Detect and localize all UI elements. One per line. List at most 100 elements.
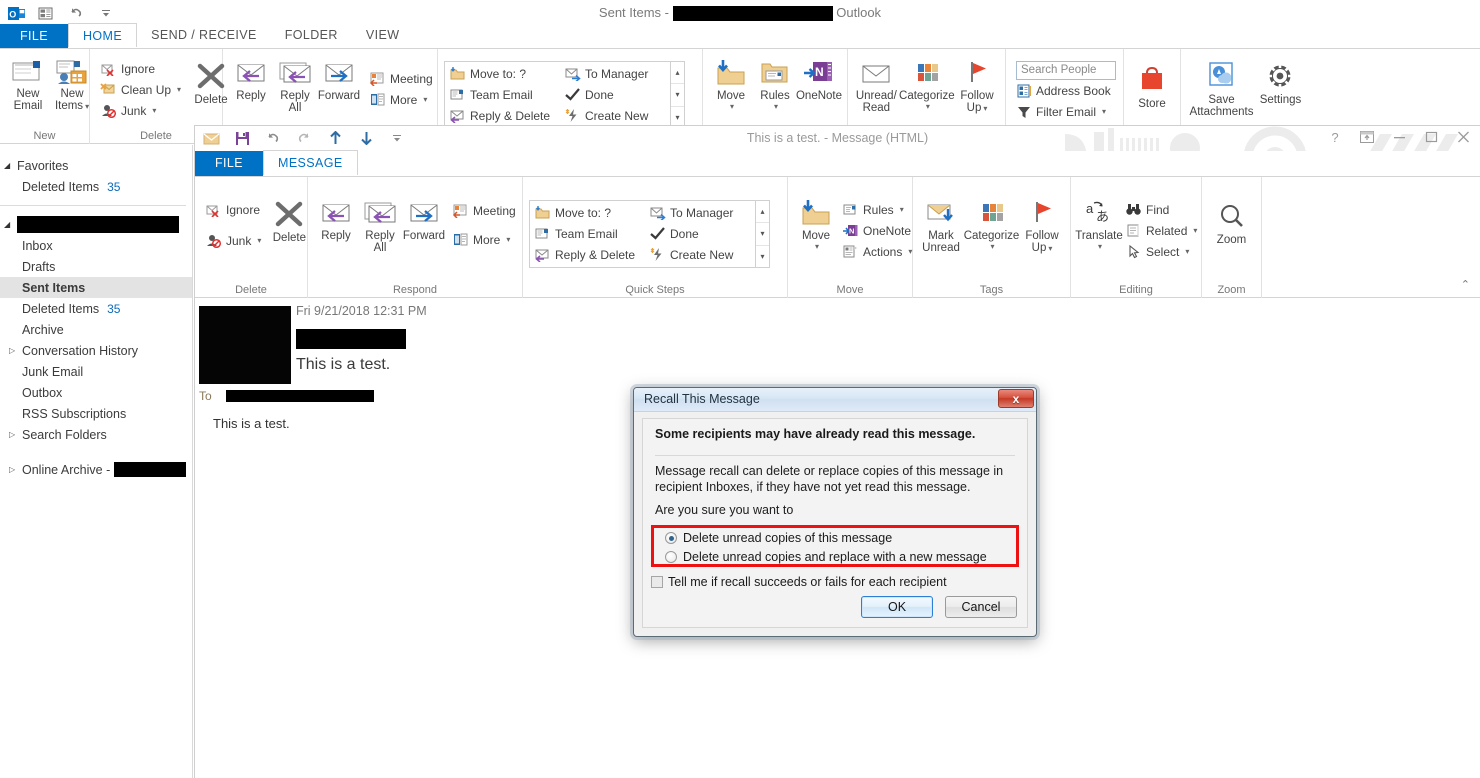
unread-read-button[interactable]: Unread/Read (854, 57, 899, 116)
msg-rules-button[interactable]: Rules ▾ (838, 199, 916, 220)
address-book-button[interactable]: Address Book (1012, 80, 1120, 101)
msg-tab-file[interactable]: FILE (195, 151, 263, 176)
msg-reply-all-button[interactable]: Reply All (358, 197, 402, 256)
quick-step-done[interactable]: Done (560, 84, 670, 105)
msg-move-button[interactable]: Move ▾ (794, 197, 838, 253)
meeting-button[interactable]: Meeting (365, 68, 437, 89)
checkbox-icon[interactable] (651, 576, 663, 588)
reply-button[interactable]: Reply (229, 57, 273, 104)
msg-quick-steps-scrollbar[interactable]: ▴ ▾ ▾ (755, 201, 769, 267)
quick-step-move-to[interactable]: Move to: ? (445, 63, 560, 84)
rules-button[interactable]: Rules ▾ (753, 57, 797, 113)
filter-email-button[interactable]: Filter Email ▾ (1012, 101, 1120, 122)
reply-all-button[interactable]: Reply All (273, 57, 317, 116)
search-people-input[interactable]: Search People (1016, 61, 1116, 80)
follow-up-button[interactable]: Follow Up ▾ (955, 57, 999, 117)
radio-option-delete-unread[interactable]: Delete unread copies of this message (654, 529, 1016, 547)
close-icon[interactable] (1454, 128, 1472, 146)
msg-quick-step-create-new[interactable]: Create New (645, 244, 755, 265)
msg-junk-button[interactable]: Junk ▾ (201, 230, 265, 251)
msg-more-button[interactable]: More ▾ (448, 229, 520, 250)
tell-me-checkbox-row[interactable]: Tell me if recall succeeds or fails for … (651, 575, 947, 589)
sidebar-item-sent-items[interactable]: Sent Items (0, 277, 192, 298)
nav-account-header[interactable]: ◢ (0, 214, 192, 235)
scroll-down-icon[interactable]: ▾ (756, 223, 769, 246)
maximize-icon[interactable] (1422, 128, 1440, 146)
move-button[interactable]: Move ▾ (709, 57, 753, 113)
msg-categorize-button[interactable]: Categorize ▾ (963, 197, 1020, 253)
radio-button-icon[interactable] (665, 532, 677, 544)
store-button[interactable]: Store (1130, 63, 1174, 112)
onenote-icon: N (802, 59, 836, 87)
msg-forward-button[interactable]: Forward (402, 197, 446, 244)
quick-step-reply-delete[interactable]: Reply & Delete (445, 105, 560, 126)
tab-send-receive[interactable]: SEND / RECEIVE (137, 24, 271, 48)
msg-move-label: Move (801, 230, 831, 242)
select-button[interactable]: Select ▾ (1121, 241, 1201, 262)
scroll-down-icon[interactable]: ▾ (671, 84, 684, 107)
new-email-button[interactable]: New Email (6, 57, 50, 114)
ok-button[interactable]: OK (861, 596, 933, 618)
zoom-button[interactable]: Zoom (1210, 201, 1254, 248)
new-items-button[interactable]: New Items ▾ (50, 57, 94, 115)
msg-delete-button[interactable]: Delete (267, 191, 311, 246)
radio-option-delete-and-replace[interactable]: Delete unread copies and replace with a … (654, 548, 1016, 566)
msg-tab-message[interactable]: MESSAGE (263, 150, 358, 175)
settings-button[interactable]: Settings (1256, 59, 1305, 108)
translate-button[interactable]: aあ Translate ▾ (1075, 197, 1123, 253)
forward-button[interactable]: Forward (317, 57, 361, 104)
ribbon-display-options-icon[interactable] (1358, 128, 1376, 146)
save-attachments-button[interactable]: Save Attachments (1187, 59, 1256, 120)
msg-quick-step-to-manager[interactable]: To Manager (645, 202, 755, 223)
minimize-icon[interactable] (1390, 128, 1408, 146)
sidebar-item-drafts[interactable]: Drafts (0, 256, 192, 277)
clean-up-button[interactable]: Clean Up ▾ (96, 79, 185, 100)
msg-onenote-button[interactable]: N OneNote (838, 220, 916, 241)
sidebar-item-search-folders[interactable]: ▷ Search Folders (0, 424, 192, 445)
help-icon[interactable]: ? (1326, 128, 1344, 146)
quick-step-team-email[interactable]: Team Email (445, 84, 560, 105)
scroll-up-icon[interactable]: ▴ (756, 201, 769, 224)
nav-favorites-header[interactable]: ◢ Favorites (0, 155, 192, 176)
msg-reply-button[interactable]: Reply (314, 197, 358, 244)
sidebar-item-rss-subscriptions[interactable]: RSS Subscriptions (0, 403, 192, 424)
sidebar-item-junk-email[interactable]: Junk Email (0, 361, 192, 382)
msg-actions-button[interactable]: Actions ▾ (838, 241, 916, 262)
ignore-button[interactable]: Ignore (96, 58, 185, 79)
tab-folder[interactable]: FOLDER (271, 24, 352, 48)
nav-favorites-deleted-items[interactable]: Deleted Items 35 (0, 176, 192, 197)
onenote-button[interactable]: N OneNote (796, 57, 842, 104)
more-button[interactable]: More ▾ (365, 89, 437, 110)
sidebar-item-inbox[interactable]: Inbox (0, 235, 192, 256)
cancel-button[interactable]: Cancel (945, 596, 1017, 618)
msg-quick-step-team-email[interactable]: Team Email (530, 223, 645, 244)
tab-file[interactable]: FILE (0, 24, 68, 48)
msg-quick-step-reply-delete[interactable]: Reply & Delete (530, 244, 645, 265)
scroll-up-icon[interactable]: ▴ (671, 62, 684, 85)
tab-view[interactable]: VIEW (352, 24, 414, 48)
mark-unread-button[interactable]: Mark Unread (919, 197, 963, 256)
related-button[interactable]: Related ▾ (1121, 220, 1201, 241)
msg-follow-up-button[interactable]: Follow Up ▾ (1020, 197, 1064, 257)
quick-steps-more-icon[interactable]: ▾ (756, 246, 769, 267)
junk-button[interactable]: Junk ▾ (96, 100, 185, 121)
quick-step-create-new[interactable]: Create New (560, 105, 670, 126)
msg-meeting-button[interactable]: Meeting (448, 200, 520, 221)
sidebar-item-conversation-history[interactable]: ▷ Conversation History (0, 340, 192, 361)
quick-steps-scrollbar[interactable]: ▴ ▾ ▾ (670, 62, 684, 128)
msg-quick-step-done[interactable]: Done (645, 223, 755, 244)
close-icon[interactable]: x (998, 389, 1034, 408)
tab-home[interactable]: HOME (68, 23, 138, 47)
collapse-ribbon-icon[interactable]: ⌃ (1461, 278, 1470, 291)
sidebar-item-deleted-items[interactable]: Deleted Items 35 (0, 298, 192, 319)
categorize-button[interactable]: Categorize ▾ (899, 57, 955, 113)
sidebar-item-archive[interactable]: Archive (0, 319, 192, 340)
find-button[interactable]: Find (1121, 199, 1201, 220)
sidebar-item-online-archive[interactable]: ▷ Online Archive - (0, 459, 192, 480)
sidebar-item-outbox[interactable]: Outbox (0, 382, 192, 403)
msg-ignore-button[interactable]: Ignore (201, 199, 265, 220)
msg-reply-all-label-1: Reply (365, 230, 395, 242)
msg-quick-step-move-to[interactable]: Move to: ? (530, 202, 645, 223)
quick-step-to-manager[interactable]: To Manager (560, 63, 670, 84)
radio-button-icon[interactable] (665, 551, 677, 563)
